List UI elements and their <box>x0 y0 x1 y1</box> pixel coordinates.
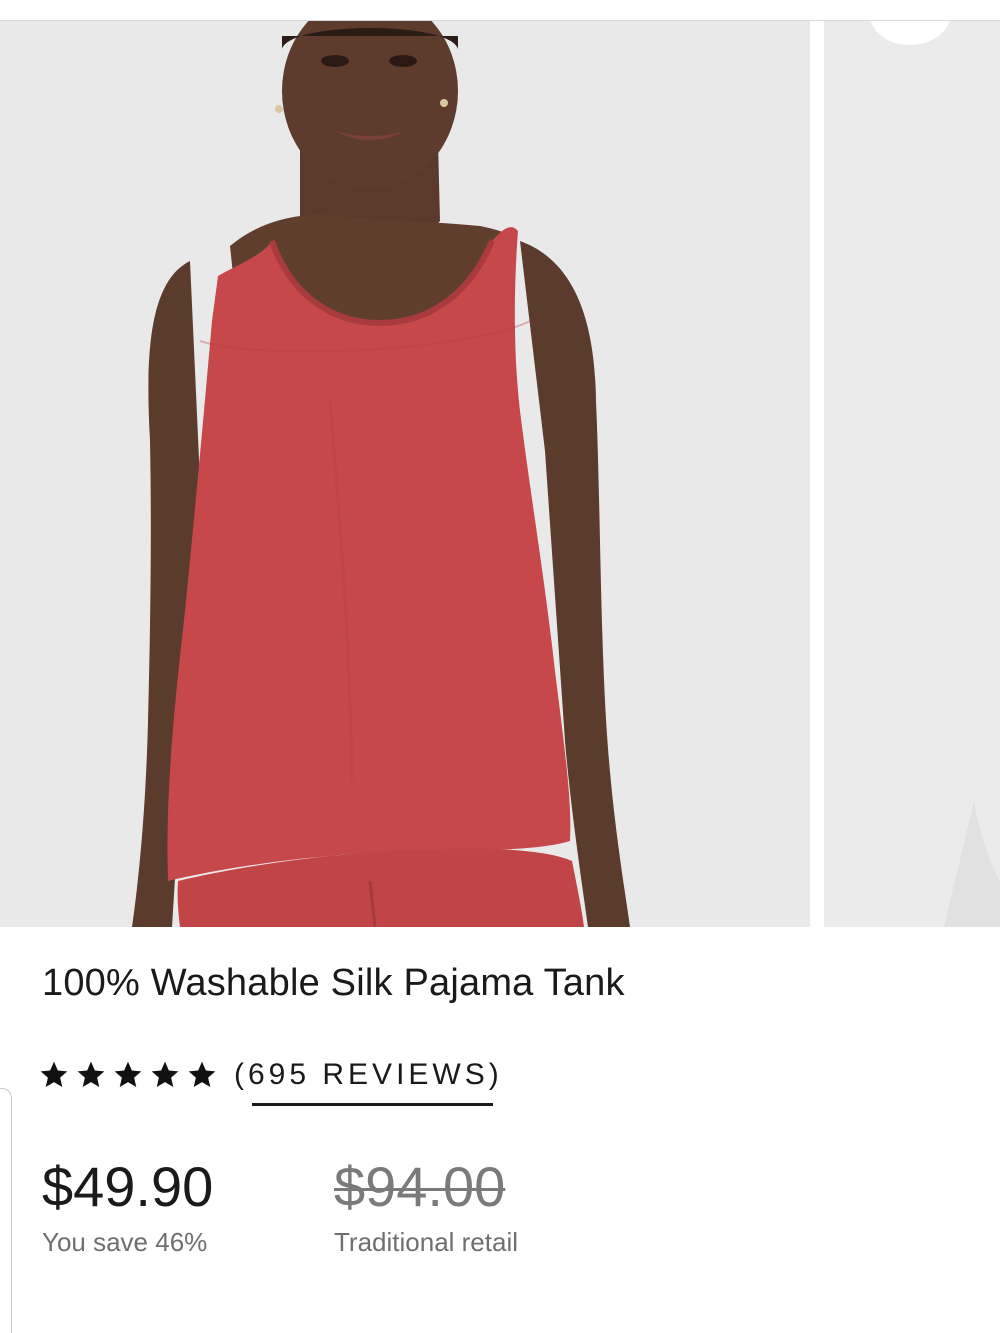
reviews-count-label: (695 REVIEWS) <box>234 1058 503 1091</box>
star-icon <box>77 1061 105 1087</box>
product-page: 100% Washable Silk Pajama Tank (695 REVI… <box>0 0 1000 1333</box>
side-drawer-tab[interactable] <box>0 1088 12 1333</box>
product-photo-next[interactable] <box>824 21 1000 927</box>
product-rating[interactable]: (695 REVIEWS) <box>38 1055 503 1106</box>
star-icon <box>40 1061 68 1087</box>
reviews-link-underline <box>252 1103 493 1106</box>
retail-label: Traditional retail <box>334 1227 519 1257</box>
savings-text: You save 46% <box>42 1227 208 1257</box>
model-in-red-tank-image <box>0 21 810 927</box>
current-price: $49.90 <box>42 1155 214 1218</box>
product-title: 100% Washable Silk Pajama Tank <box>42 962 625 1004</box>
retail-price: $94.00 <box>334 1155 506 1218</box>
retail-price-block: $94.00 Traditional retail <box>334 1155 518 1258</box>
star-icon <box>188 1061 216 1087</box>
product-photo-main[interactable] <box>0 21 810 927</box>
current-price-block: $49.90 You save 46% <box>42 1155 213 1258</box>
top-bar <box>0 0 1000 21</box>
reviews-link[interactable]: (695 REVIEWS) <box>234 1058 503 1106</box>
star-icon <box>151 1061 179 1087</box>
star-icon <box>114 1061 142 1087</box>
next-photo-preview-image <box>824 21 1000 927</box>
rating-stars <box>38 1059 218 1091</box>
product-image-gallery[interactable] <box>0 21 1000 927</box>
